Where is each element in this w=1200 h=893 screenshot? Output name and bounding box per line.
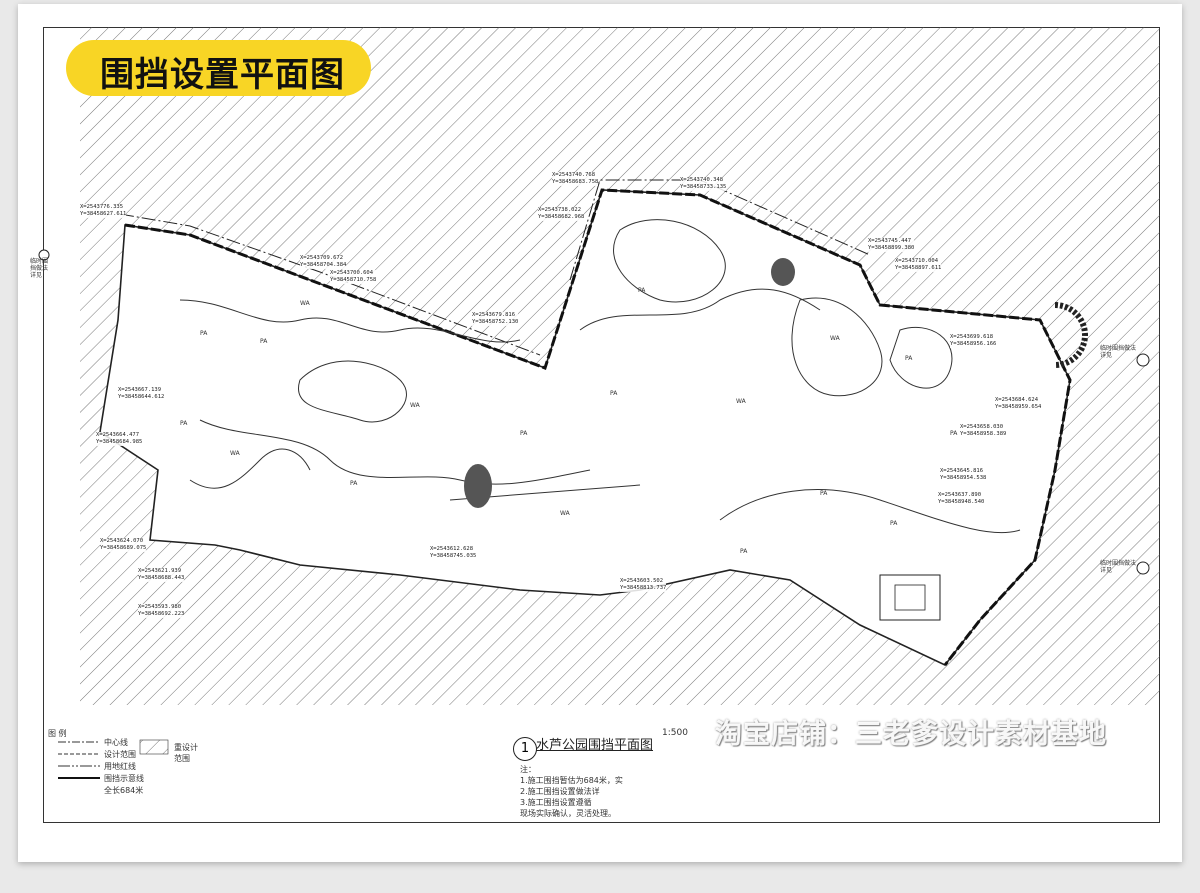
legend-item: 中心线	[104, 738, 128, 747]
building-outline	[879, 574, 941, 621]
zone-label: WA	[230, 450, 240, 457]
coordinate-label: X=2543684.624 Y=38458959.654	[995, 397, 1042, 411]
legend-item: 设计范围	[104, 750, 136, 759]
zone-label: PA	[638, 287, 646, 294]
marker-note: 临时围挡做法详见	[30, 258, 49, 279]
legend-hatch-sample	[139, 739, 169, 755]
zone-label: PA	[610, 390, 618, 397]
zone-label: PA	[820, 490, 828, 497]
coordinate-label: X=2543645.816 Y=38458954.538	[940, 468, 987, 482]
zone-label: PA	[180, 420, 188, 427]
coordinate-label: X=2543593.980 Y=38458692.223	[138, 604, 185, 618]
legend-item: 全长684米	[104, 786, 144, 795]
zone-label: WA	[560, 510, 570, 517]
zone-label: PA	[200, 330, 208, 337]
legend-item: 围挡示意线	[104, 774, 144, 783]
coordinate-label: X=2543664.477 Y=38458684.985	[96, 432, 143, 446]
coordinate-label: X=2543710.004 Y=38458897.611	[895, 258, 942, 272]
tree-cluster	[464, 464, 492, 508]
coordinate-label: X=2543709.672 Y=38458704.384	[300, 255, 347, 269]
zone-label: PA	[260, 338, 268, 345]
zone-label: WA	[736, 398, 746, 405]
coordinate-label: X=2543667.139 Y=38458644.612	[118, 387, 165, 401]
drawing-name: 水芦公园围挡平面图	[536, 738, 654, 753]
coordinate-label: X=2543603.502 Y=38458813.737	[620, 578, 667, 592]
zone-label: PA	[740, 548, 748, 555]
coordinate-label: X=2543624.070 Y=38458689.075	[100, 538, 147, 552]
coordinate-label: X=2543740.768 Y=38458683.758	[552, 172, 599, 186]
drawing-number: 1	[513, 737, 537, 761]
zone-label: WA	[830, 335, 840, 342]
coordinate-label: X=2543699.618 Y=38458956.166	[950, 334, 997, 348]
zone-label: PA	[520, 430, 528, 437]
drawing-scale: 1:500	[662, 728, 688, 738]
coordinate-label: X=2543738.022 Y=38458682.968	[538, 207, 585, 221]
coordinate-label: X=2543745.447 Y=38458899.380	[868, 238, 915, 252]
coordinate-label: X=2543679.816 Y=38458752.130	[472, 312, 519, 326]
notes: 注： 1.施工围挡暂估为684米，实 2.施工围挡设置做法详 3.施工围挡设置遵…	[520, 764, 623, 819]
legend-item: 重设计范围	[174, 743, 198, 763]
tree-cluster	[771, 258, 795, 286]
coordinate-label: X=2543740.348 Y=38458733.135	[680, 177, 727, 191]
zone-label: PA	[950, 430, 958, 437]
zone-label: PA	[905, 355, 913, 362]
zone-label: WA	[410, 402, 420, 409]
legend-heading: 图 例	[48, 729, 67, 738]
coordinate-label: X=2543700.604 Y=38458710.758	[330, 270, 377, 284]
note-line: 2.施工围挡设置做法详	[520, 787, 600, 796]
marker-note: 临时围挡做法详见	[1100, 345, 1137, 359]
note-line: 3.施工围挡设置遵循	[520, 798, 592, 807]
legend-item: 用地红线	[104, 762, 136, 771]
coordinate-label: X=2543621.939 Y=38458688.443	[138, 568, 185, 582]
marker-note: 临时围挡做法详见	[1100, 560, 1137, 574]
zone-label: WA	[300, 300, 310, 307]
coordinate-label: X=2543776.335 Y=38458627.611	[80, 204, 127, 218]
coordinate-label: X=2543612.628 Y=38458745.035	[430, 546, 477, 560]
zone-label: PA	[890, 520, 898, 527]
page-title: 围挡设置平面图	[100, 55, 345, 95]
coordinate-label: X=2543637.890 Y=38458948.540	[938, 492, 985, 506]
coordinate-label: X=2543658.030 Y=38458958.389	[960, 424, 1007, 438]
note-line: 现场实际确认，灵活处理。	[520, 809, 616, 818]
note-line: 1.施工围挡暂估为684米，实	[520, 776, 623, 785]
zone-label: PA	[350, 480, 358, 487]
watermark: 淘宝店铺：三老爹设计素材基地	[715, 719, 1107, 750]
note-line: 注：	[520, 765, 536, 774]
